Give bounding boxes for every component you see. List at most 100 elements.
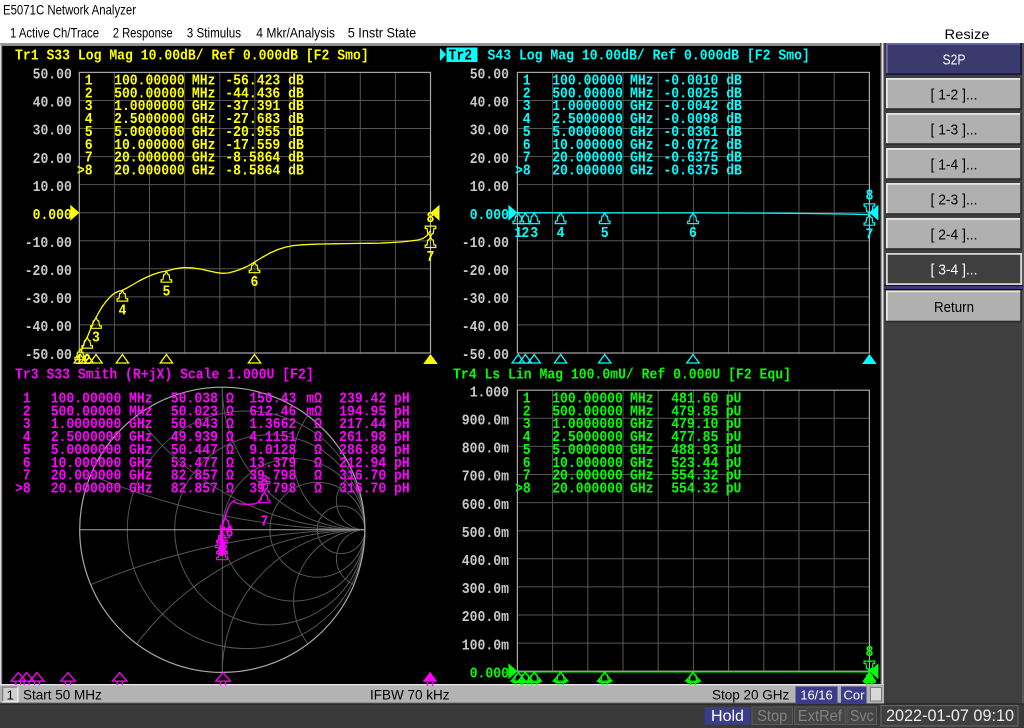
svg-text:Resize: Resize	[945, 26, 990, 42]
svg-text:10.00: 10.00	[33, 180, 72, 196]
svg-text:Tr2: Tr2	[449, 49, 473, 65]
svg-text:[ 1-4 ]...: [ 1-4 ]...	[931, 157, 978, 174]
svg-text:200.0m: 200.0m	[462, 610, 509, 626]
svg-text:800.0m: 800.0m	[462, 442, 509, 458]
svg-text:316.70: 316.70	[339, 481, 386, 497]
svg-text:6: 6	[689, 226, 697, 242]
svg-text:[ 1-3 ]...: [ 1-3 ]...	[931, 122, 978, 139]
svg-text:-10.00: -10.00	[462, 236, 509, 252]
svg-text:S2P: S2P	[943, 52, 966, 69]
svg-text:8: 8	[865, 645, 873, 661]
svg-text:82.857: 82.857	[171, 481, 218, 497]
svg-text:20.00: 20.00	[470, 152, 509, 168]
svg-text:39.798: 39.798	[249, 481, 296, 497]
svg-text:-40.00: -40.00	[462, 320, 509, 336]
svg-text:GHz: GHz	[630, 481, 654, 497]
svg-text:300.0m: 300.0m	[462, 582, 509, 598]
svg-text:pU: pU	[726, 481, 742, 497]
svg-text:0.000: 0.000	[33, 208, 72, 224]
svg-text:-20.00: -20.00	[462, 264, 509, 280]
svg-text:30.00: 30.00	[33, 124, 72, 140]
svg-text:7: 7	[261, 515, 269, 531]
svg-text:-20.00: -20.00	[25, 264, 72, 280]
svg-text:GHz: GHz	[129, 481, 153, 497]
svg-text:20.00: 20.00	[33, 152, 72, 168]
svg-text:6: 6	[251, 275, 259, 291]
svg-text:Hold: Hold	[711, 708, 744, 725]
svg-text:554.32: 554.32	[671, 481, 718, 497]
svg-text:-30.00: -30.00	[462, 292, 509, 308]
svg-text:IFBW 70 kHz: IFBW 70 kHz	[370, 688, 450, 703]
svg-text:>8: >8	[15, 481, 31, 497]
svg-text:40.00: 40.00	[33, 96, 72, 112]
svg-text:Start 50 MHz: Start 50 MHz	[23, 688, 102, 703]
svg-text:Ω: Ω	[314, 481, 322, 497]
svg-text:Ω: Ω	[226, 481, 234, 497]
svg-text:4 Mkr/Analysis: 4 Mkr/Analysis	[256, 25, 335, 41]
svg-text:16/16: 16/16	[800, 688, 833, 703]
svg-text:0.000: 0.000	[470, 666, 509, 682]
svg-text:Stop: Stop	[757, 708, 787, 725]
svg-text:pH: pH	[394, 481, 410, 497]
svg-text:-40.00: -40.00	[25, 320, 72, 336]
svg-text:10.00: 10.00	[470, 180, 509, 196]
svg-text:400.0m: 400.0m	[462, 554, 509, 570]
svg-text:3 Stimulus: 3 Stimulus	[187, 25, 241, 41]
svg-text:600.0m: 600.0m	[462, 498, 509, 514]
svg-text:30.00: 30.00	[470, 124, 509, 140]
svg-text:Return: Return	[934, 299, 974, 316]
svg-text:-50.00: -50.00	[462, 348, 509, 364]
svg-text:50.00: 50.00	[33, 68, 72, 84]
svg-text:S43 Log Mag 10.00dB/ Ref 0.000: S43 Log Mag 10.00dB/ Ref 0.000dB [F2 Smo…	[488, 49, 810, 65]
svg-text:Tr4 Ls Lin Mag 100.0mU/ Ref 0.: Tr4 Ls Lin Mag 100.0mU/ Ref 0.000U [F2 E…	[453, 368, 791, 384]
svg-text:>8: >8	[515, 163, 531, 179]
svg-text:>8: >8	[515, 481, 531, 497]
svg-text:900.0m: 900.0m	[462, 414, 509, 430]
svg-text:-8.5864: -8.5864	[225, 163, 280, 179]
svg-text:0.000: 0.000	[470, 208, 509, 224]
svg-text:1 Active Ch/Trace: 1 Active Ch/Trace	[10, 25, 99, 41]
svg-text:20.000000: 20.000000	[552, 481, 623, 497]
svg-text:7: 7	[865, 228, 873, 244]
svg-text:20.000000: 20.000000	[114, 163, 185, 179]
svg-text:[ 2-3 ]...: [ 2-3 ]...	[931, 192, 978, 209]
svg-text:20.000000: 20.000000	[552, 163, 623, 179]
svg-text:40.00: 40.00	[470, 96, 509, 112]
svg-text:1: 1	[7, 688, 14, 703]
svg-text:dB: dB	[726, 163, 742, 179]
svg-text:500.0m: 500.0m	[462, 526, 509, 542]
svg-text:7: 7	[427, 250, 435, 266]
svg-text:Tr3 S33 Smith (R+jX) Scale 1.0: Tr3 S33 Smith (R+jX) Scale 1.000U [F2]	[15, 368, 314, 384]
svg-text:-30.00: -30.00	[25, 292, 72, 308]
svg-text:Svc: Svc	[850, 708, 874, 725]
svg-text:50.00: 50.00	[470, 68, 509, 84]
svg-text:Cor: Cor	[844, 688, 866, 703]
svg-text:-10.00: -10.00	[25, 236, 72, 252]
svg-text:5 Instr State: 5 Instr State	[348, 25, 417, 41]
svg-text:-50.00: -50.00	[25, 348, 72, 364]
svg-text:5: 5	[162, 285, 170, 301]
svg-text:2022-01-07 09:10: 2022-01-07 09:10	[886, 707, 1014, 725]
svg-text:3: 3	[530, 226, 538, 242]
svg-text:[ 2-4 ]...: [ 2-4 ]...	[931, 227, 978, 244]
svg-text:Stop 20 GHz: Stop 20 GHz	[712, 688, 790, 703]
svg-text:2: 2	[521, 226, 529, 242]
svg-text:GHz: GHz	[192, 163, 216, 179]
svg-text:1.000: 1.000	[470, 385, 509, 401]
svg-text:E5071C Network Analyzer: E5071C Network Analyzer	[3, 2, 136, 18]
svg-text:20.000000: 20.000000	[51, 481, 122, 497]
svg-text:[ 3-4 ]...: [ 3-4 ]...	[931, 262, 978, 279]
svg-text:GHz: GHz	[630, 163, 654, 179]
svg-text:>8: >8	[77, 163, 93, 179]
svg-text:6: 6	[226, 526, 234, 542]
svg-text:2 Response: 2 Response	[113, 25, 173, 41]
svg-text:ExtRef: ExtRef	[798, 708, 843, 725]
svg-text:[ 1-2 ]...: [ 1-2 ]...	[931, 87, 978, 104]
svg-text:-0.6375: -0.6375	[663, 163, 718, 179]
svg-text:8: 8	[865, 189, 873, 205]
svg-text:dB: dB	[288, 163, 304, 179]
svg-text:3: 3	[92, 331, 100, 347]
svg-text:700.0m: 700.0m	[462, 470, 509, 486]
svg-text:4: 4	[557, 226, 565, 242]
svg-text:4: 4	[118, 303, 126, 319]
